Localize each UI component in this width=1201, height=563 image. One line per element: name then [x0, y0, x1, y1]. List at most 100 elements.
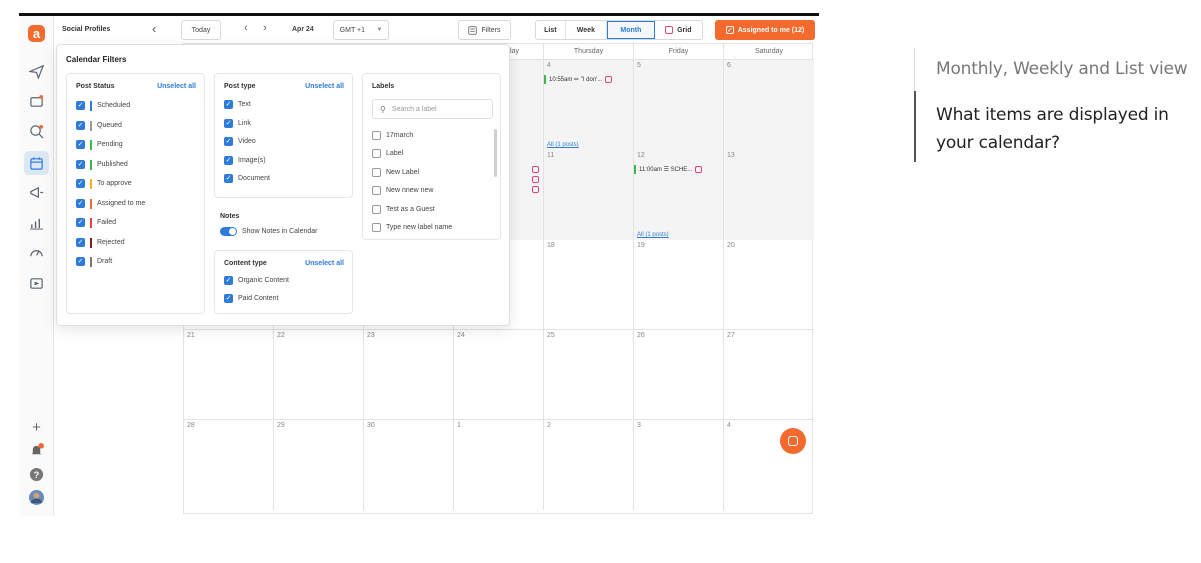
day-cell[interactable]: 29 — [274, 420, 364, 510]
checkbox[interactable]: ✓ — [76, 218, 85, 227]
view-week-tab[interactable]: Week — [566, 21, 608, 39]
help-icon[interactable]: ? — [19, 467, 54, 482]
day-cell[interactable]: 30 — [364, 420, 454, 510]
day-cell[interactable]: 6 — [724, 60, 814, 150]
status-option-to-approve[interactable]: ✓ To approve — [76, 178, 132, 189]
megaphone-icon[interactable] — [28, 184, 45, 201]
assigned-to-me-button[interactable]: ✓ Assigned to me (12) — [715, 20, 815, 40]
day-cell[interactable]: 23 — [364, 330, 454, 420]
day-cell[interactable]: 3 — [634, 420, 724, 510]
day-cell[interactable]: 5 — [634, 60, 724, 150]
view-grid-tab[interactable]: Grid — [655, 21, 702, 39]
checkbox[interactable] — [372, 205, 381, 214]
status-option-rejected[interactable]: ✓ Rejected — [76, 237, 125, 248]
checkbox[interactable]: ✓ — [224, 276, 233, 285]
checkbox[interactable] — [372, 149, 381, 158]
guide-item-views[interactable]: Monthly, Weekly and List view — [936, 59, 1188, 79]
day-cell[interactable]: 11 — [544, 150, 634, 240]
day-cell[interactable]: 21 — [184, 330, 274, 420]
content-type-unselect-all[interactable]: Unselect all — [305, 260, 344, 267]
status-option-pending[interactable]: ✓ Pending — [76, 139, 123, 150]
view-list-tab[interactable]: List — [536, 21, 566, 39]
post-type-option[interactable]: ✓ Link — [224, 118, 251, 129]
media-library-icon[interactable] — [28, 275, 45, 292]
label-option[interactable]: New nnew new — [372, 185, 433, 196]
toggle-switch[interactable] — [220, 227, 237, 236]
add-icon[interactable]: + — [19, 419, 54, 436]
content-type-option[interactable]: ✓ Paid Content — [224, 293, 278, 304]
checkbox[interactable]: ✓ — [224, 174, 233, 183]
guide-item-calendar-items[interactable]: What items are displayed in your calenda… — [936, 101, 1201, 157]
filters-button[interactable]: Filters — [458, 20, 511, 40]
next-month-icon[interactable]: › — [263, 22, 267, 34]
calendar-icon[interactable] — [24, 151, 49, 175]
inbox-icon[interactable] — [28, 93, 45, 110]
calendar-post[interactable]: 11:00am ☰ SCHE... — [634, 164, 703, 174]
listening-icon[interactable] — [28, 123, 45, 140]
view-month-tab[interactable]: Month — [607, 21, 655, 39]
checkbox[interactable] — [372, 168, 381, 177]
day-cell[interactable]: 12 11:00am ☰ SCHE... All (1 posts) — [634, 150, 724, 240]
notifications-icon[interactable] — [19, 443, 54, 458]
labels-scrollbar[interactable] — [494, 129, 497, 177]
checkbox[interactable]: ✓ — [224, 294, 233, 303]
show-notes-toggle[interactable]: Show Notes in Calendar — [220, 226, 318, 237]
checkbox[interactable]: ✓ — [224, 156, 233, 165]
label-search-input[interactable]: ⚲ Search a label — [372, 99, 493, 119]
label-option[interactable]: Test as a Guest — [372, 204, 435, 215]
checkbox[interactable]: ✓ — [76, 199, 85, 208]
checkbox[interactable]: ✓ — [76, 160, 85, 169]
day-cell[interactable]: 26 — [634, 330, 724, 420]
post-type-option[interactable]: ✓ Document — [224, 173, 270, 184]
checkbox[interactable]: ✓ — [76, 101, 85, 110]
dashboard-icon[interactable] — [28, 244, 45, 261]
analytics-icon[interactable] — [28, 214, 45, 231]
day-cell[interactable]: 19 — [634, 240, 724, 330]
checkbox[interactable] — [372, 223, 381, 232]
day-cell[interactable]: 27 — [724, 330, 814, 420]
checkbox[interactable]: ✓ — [224, 100, 233, 109]
checkbox[interactable]: ✓ — [76, 257, 85, 266]
post-status-unselect-all[interactable]: Unselect all — [157, 83, 196, 90]
day-cell[interactable]: 4 10:55am ✏ "I don'... All (1 posts) — [544, 60, 634, 150]
checkbox[interactable]: ✓ — [76, 238, 85, 247]
collapse-panel-icon[interactable]: ‹ — [152, 21, 156, 36]
day-cell[interactable]: 1 — [454, 420, 544, 510]
day-cell[interactable]: 20 — [724, 240, 814, 330]
day-cell[interactable]: 2 — [544, 420, 634, 510]
content-type-option[interactable]: ✓ Organic Content — [224, 275, 289, 286]
avatar[interactable] — [19, 490, 54, 505]
send-icon[interactable] — [28, 63, 45, 80]
day-cell[interactable]: 28 — [184, 420, 274, 510]
all-posts-link[interactable]: All (1 posts) — [637, 232, 669, 238]
label-option[interactable]: Label — [372, 148, 403, 159]
post-type-unselect-all[interactable]: Unselect all — [305, 83, 344, 90]
checkbox[interactable]: ✓ — [76, 179, 85, 188]
post-type-option[interactable]: ✓ Text — [224, 99, 251, 110]
label-option[interactable]: 17march — [372, 130, 413, 141]
day-cell[interactable]: 22 — [274, 330, 364, 420]
day-cell[interactable]: 24 — [454, 330, 544, 420]
checkbox[interactable] — [372, 131, 381, 140]
day-cell[interactable]: 18 — [544, 240, 634, 330]
timezone-select[interactable]: GMT +1 ▼ — [333, 20, 389, 40]
checkbox[interactable] — [372, 186, 381, 195]
status-option-published[interactable]: ✓ Published — [76, 159, 128, 170]
label-option[interactable]: New Label — [372, 167, 419, 178]
status-option-scheduled[interactable]: ✓ Scheduled — [76, 100, 130, 111]
calendar-post[interactable]: 10:55am ✏ "I don'... — [544, 74, 613, 84]
all-posts-link[interactable]: All (1 posts) — [547, 142, 579, 148]
status-option-assigned[interactable]: ✓ Assigned to me — [76, 198, 145, 209]
app-logo[interactable]: a — [28, 25, 45, 42]
post-type-option[interactable]: ✓ Image(s) — [224, 155, 266, 166]
previous-month-icon[interactable]: ‹ — [244, 22, 248, 34]
checkbox[interactable]: ✓ — [224, 137, 233, 146]
status-option-queued[interactable]: ✓ Queued — [76, 120, 122, 131]
checkbox[interactable]: ✓ — [76, 140, 85, 149]
day-cell[interactable]: 25 — [544, 330, 634, 420]
checkbox[interactable]: ✓ — [224, 119, 233, 128]
today-button[interactable]: Today — [181, 20, 221, 40]
day-cell[interactable]: 13 — [724, 150, 814, 240]
label-option[interactable]: Type new label name — [372, 222, 452, 233]
chat-support-button[interactable] — [780, 428, 806, 454]
